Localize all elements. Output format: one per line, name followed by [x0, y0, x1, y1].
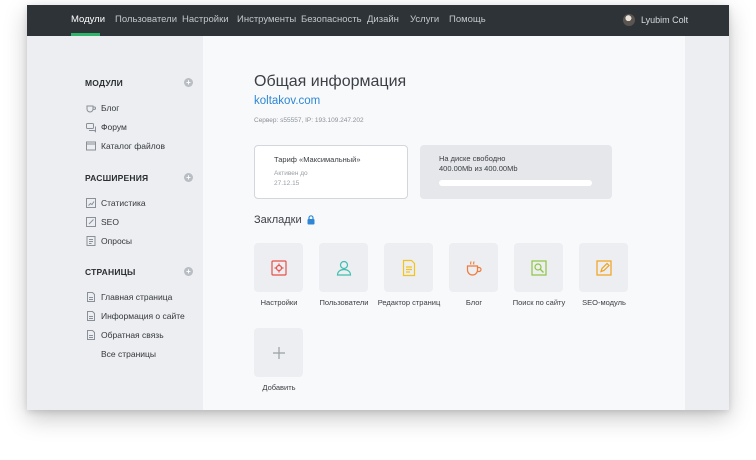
tile-add[interactable]	[254, 328, 303, 377]
right-panel	[685, 36, 729, 410]
tile-users[interactable]	[319, 243, 368, 292]
nav-help[interactable]: Помощь	[449, 5, 486, 36]
nav-settings[interactable]: Настройки	[182, 5, 229, 36]
disk-label: На диске свободно	[439, 154, 506, 163]
sidebar-section-title-pages: СТРАНИЦЫ	[85, 267, 136, 277]
sidebar-item-blog[interactable]: Блог	[85, 102, 119, 114]
lock-icon[interactable]	[307, 215, 315, 225]
sidebar-item-label: Обратная связь	[101, 330, 164, 340]
sidebar-item-all-pages[interactable]: Все страницы	[85, 348, 156, 360]
sidebar-item-label: Блог	[101, 103, 120, 113]
tile-label: SEO-модуль	[582, 298, 626, 307]
main-content: Общая информация koltakov.com Сервер: s5…	[203, 36, 685, 410]
tile-settings[interactable]	[254, 243, 303, 292]
tariff-date: 27.12.15	[274, 180, 300, 187]
nav-design[interactable]: Дизайн	[367, 5, 399, 36]
edit-icon	[85, 216, 97, 228]
sidebar-item-seo[interactable]: SEO	[85, 216, 119, 228]
poll-icon	[85, 235, 97, 247]
add-extension-button[interactable]: +	[184, 173, 193, 182]
page-icon	[85, 291, 97, 303]
page-title: Общая информация	[254, 73, 407, 90]
cup-icon	[466, 260, 482, 276]
top-nav: Модули Пользователи Настройки Инструмент…	[27, 5, 729, 36]
sidebar-item-label: Все страницы	[101, 349, 157, 359]
page-icon	[85, 329, 97, 341]
nav-tools[interactable]: Инструменты	[237, 5, 296, 36]
nav-services[interactable]: Услуги	[410, 5, 439, 36]
user-name[interactable]: Lyubim Colt	[641, 5, 688, 36]
tile-page-editor[interactable]	[384, 243, 433, 292]
nav-users[interactable]: Пользователи	[115, 5, 177, 36]
sidebar-section-title-extensions: РАСШИРЕНИЯ	[85, 173, 149, 183]
cup-icon	[85, 102, 97, 114]
bookmarks-title-text: Закладки	[254, 214, 302, 226]
tile-label: Настройки	[260, 298, 298, 307]
disk-progress-fill	[439, 180, 592, 186]
disk-usage: 400.00Mb из 400.00Mb	[439, 164, 518, 173]
avatar[interactable]	[623, 14, 635, 26]
nav-security[interactable]: Безопасность	[301, 5, 362, 36]
tile-label: Добавить	[262, 383, 296, 392]
tile-label: Редактор страниц	[377, 298, 441, 307]
tile-seo-module[interactable]	[579, 243, 628, 292]
sidebar-item-label: Опросы	[101, 236, 133, 246]
sidebar-item-forum[interactable]: Форум	[85, 121, 127, 133]
sidebar-item-file-catalog[interactable]: Каталог файлов	[85, 140, 165, 152]
disk-progress-bar	[439, 180, 592, 186]
user-icon	[336, 260, 351, 276]
sidebar-item-label: Информация о сайте	[101, 311, 185, 321]
sidebar-item-label: Каталог файлов	[101, 141, 166, 151]
page-icon	[85, 310, 97, 322]
disk-card: На диске свободно 400.00Mb из 400.00Mb	[420, 145, 612, 199]
sidebar-item-site-info[interactable]: Информация о сайте	[85, 310, 185, 322]
tile-blog[interactable]	[449, 243, 498, 292]
edit-icon	[595, 259, 612, 276]
site-link[interactable]: koltakov.com	[254, 95, 320, 107]
tariff-card[interactable]: Тариф «Максимальный» Активен до 27.12.15	[254, 145, 408, 199]
sidebar-item-label: Главная страница	[101, 292, 173, 302]
server-info: Сервер: s55557, IP: 193.109.247.202	[254, 117, 364, 124]
add-module-button[interactable]: +	[184, 78, 193, 87]
bookmarks-title: Закладки	[254, 214, 315, 226]
sidebar-item-label: Форум	[101, 122, 127, 132]
tile-label: Блог	[465, 298, 483, 307]
plus-icon	[272, 346, 285, 359]
app-window: Модули Пользователи Настройки Инструмент…	[27, 5, 729, 410]
sidebar-section-title-modules: МОДУЛИ	[85, 78, 123, 88]
tile-site-search[interactable]	[514, 243, 563, 292]
tariff-name: Тариф «Максимальный»	[274, 155, 361, 164]
sidebar: МОДУЛИ + Блог Форум Каталог файлов РАСШИ…	[27, 36, 203, 410]
settings-icon	[270, 259, 287, 276]
nav-modules[interactable]: Модули	[71, 5, 105, 36]
document-icon	[402, 259, 415, 276]
tile-label: Поиск по сайту	[512, 298, 566, 307]
sidebar-item-statistics[interactable]: Статистика	[85, 197, 146, 209]
sidebar-item-home-page[interactable]: Главная страница	[85, 291, 172, 303]
tile-label: Пользователи	[319, 298, 369, 307]
sidebar-item-polls[interactable]: Опросы	[85, 235, 132, 247]
search-icon	[530, 259, 547, 276]
sidebar-item-feedback[interactable]: Обратная связь	[85, 329, 164, 341]
sidebar-item-label: SEO	[101, 217, 119, 227]
folder-icon	[85, 140, 97, 152]
chart-icon	[85, 197, 97, 209]
tariff-active-label: Активен до	[274, 170, 308, 177]
add-page-button[interactable]: +	[184, 267, 193, 276]
sidebar-item-label: Статистика	[101, 198, 146, 208]
chat-icon	[85, 121, 97, 133]
